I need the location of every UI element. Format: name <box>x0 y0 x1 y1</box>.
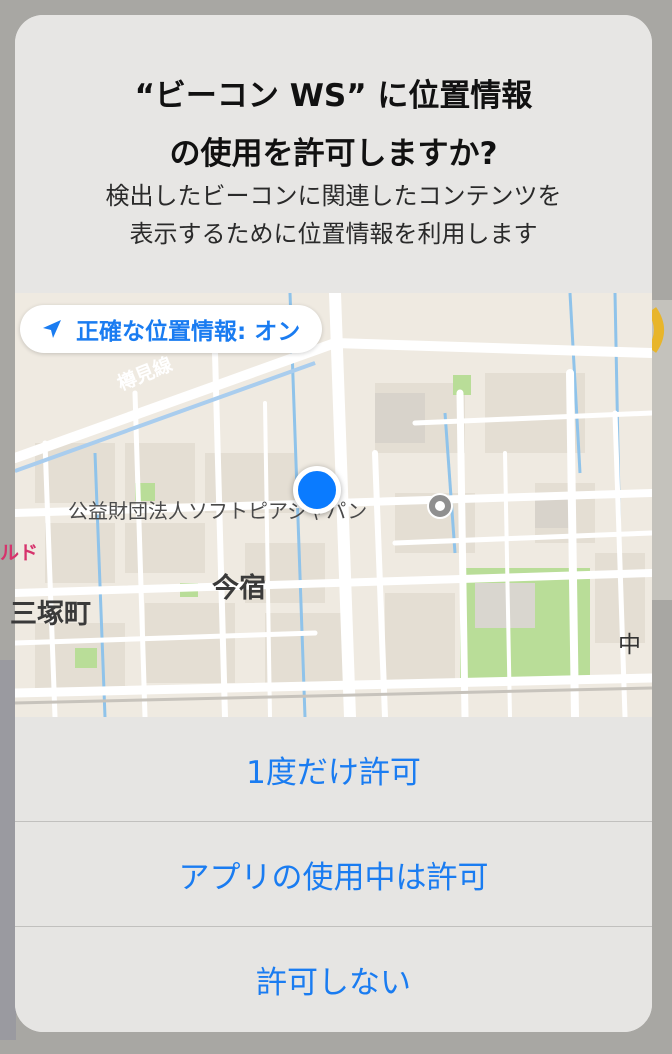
allow-while-using-button[interactable]: アプリの使用中は許可 <box>15 822 652 926</box>
map-label-edge: 中 <box>618 632 641 658</box>
map-label-district: 今宿 <box>212 573 266 604</box>
map-label-store: ルド <box>0 542 39 564</box>
location-arrow-icon <box>43 320 61 338</box>
allow-once-button[interactable]: 1度だけ許可 <box>15 717 652 821</box>
precise-location-toggle[interactable]: 正確な位置情報: オン <box>20 305 323 353</box>
alert-message: 検出したビーコンに関連したコンテンツを 表示するために位置情報を利用します <box>35 177 632 253</box>
alert-title-line-2: の使用を許可しますか? <box>169 136 498 172</box>
alert-message-line-2: 表示するために位置情報を利用します <box>129 220 538 248</box>
dont-allow-button[interactable]: 許可しない <box>15 927 652 1032</box>
precise-location-label: 正確な位置情報: オン <box>76 319 301 345</box>
alert-title-line-1: “ビーコン WS” に位置情報 <box>134 78 533 114</box>
map-label-district: 三塚町 <box>10 599 91 630</box>
alert-title: “ビーコン WS” に位置情報 の使用を許可しますか? <box>35 67 632 183</box>
user-location-dot-icon <box>293 466 341 514</box>
poi-icon[interactable] <box>427 493 453 519</box>
alert-message-line-1: 検出したビーコンに関連したコンテンツを <box>105 182 562 210</box>
